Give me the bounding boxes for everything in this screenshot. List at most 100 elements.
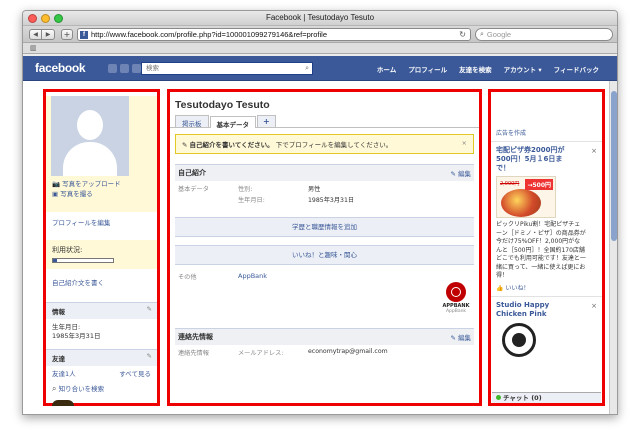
apple-logo-icon <box>446 282 466 302</box>
tab-wall[interactable]: 掲示板 <box>175 115 209 128</box>
bday-label: 生年月日: <box>238 197 265 204</box>
likes-interests-bar[interactable]: いいね！と趣味・関心 <box>175 245 474 265</box>
ad-like-link[interactable]: 👍 いいね！ <box>496 283 597 292</box>
notice-text: 下でプロフィールを編集してください。 <box>275 141 393 149</box>
usage-label: 利用状況: <box>52 246 83 254</box>
ad-like-label: いいね！ <box>505 284 530 292</box>
see-all-friends-link[interactable]: すべて見る <box>119 368 151 378</box>
friends-section-header: 友達 ✎ <box>46 349 157 366</box>
search-icon: ⌕ <box>480 30 484 38</box>
nav-profile[interactable]: プロフィール <box>408 64 447 74</box>
write-intro-link[interactable]: 自己紹介文を書く <box>52 279 104 287</box>
upload-photo-link[interactable]: 📷 写真をアップロード <box>52 179 157 189</box>
gender-value: 男性 <box>308 186 321 193</box>
page-scrollbar[interactable] <box>609 81 617 414</box>
contact-header-label: 連絡先情報 <box>178 333 213 341</box>
pizza-picture <box>501 189 541 217</box>
pizza-ad-title[interactable]: 宅配ピザ券2000円が500円！5月１6日まで！ <box>496 146 574 173</box>
bookmarks-bar: ▥ <box>23 43 617 54</box>
messages-icon[interactable] <box>120 64 129 73</box>
appbank-logo[interactable]: APPBANK AppBank <box>442 282 470 314</box>
close-icon[interactable]: × <box>591 147 597 155</box>
upload-photo-label: 写真をアップロード <box>62 180 121 188</box>
back-button[interactable]: ◀ <box>29 29 42 40</box>
chat-bar[interactable]: チャット (0) <box>492 392 601 403</box>
appbank-logo-caption: AppBank <box>445 309 467 314</box>
history-buttons: ◀ ▶ <box>29 29 55 40</box>
friend-thumbnail[interactable] <box>52 400 74 406</box>
friends-count-link[interactable]: 友達1人 <box>52 368 76 378</box>
take-photo-label: 写真を撮る <box>60 190 93 198</box>
info-header-label: 情報 <box>52 308 65 316</box>
main-profile-column: Tesutodayo Tesuto 掲示板 基本データ + ✎ 自己紹介を書いて… <box>167 89 482 406</box>
chicken-ad[interactable]: × Studio Happy Chicken Pink <box>491 295 602 361</box>
photo-links: 📷 写真をアップロード ▣ 写真を撮る <box>46 176 157 199</box>
profile-photo-area: 📷 写真をアップロード ▣ 写真を撮る <box>46 96 157 212</box>
nav-find-friends[interactable]: 友達を検索 <box>459 64 492 74</box>
appbank-link[interactable]: AppBank <box>238 272 267 281</box>
close-icon[interactable]: × <box>462 139 467 147</box>
facebook-search-input[interactable]: 検索 ⌕ <box>141 62 313 75</box>
facebook-logo[interactable]: facebook <box>35 61 86 75</box>
edit-about-link[interactable]: ✎ 編集 <box>450 168 471 178</box>
search-icon[interactable]: ⌕ <box>305 63 309 74</box>
intro-notice: ✎ 自己紹介を書いてください。 下でプロフィールを編集してください。 × <box>175 134 474 154</box>
about-section-header: 自己紹介 ✎ 編集 <box>175 164 474 181</box>
silhouette-body <box>63 142 117 176</box>
google-search-field[interactable]: ⌕ Google <box>475 28 613 41</box>
find-friends-link[interactable]: ⌕ 知り合いを検索 <box>46 380 157 397</box>
basic-info-row: 基本データ 性別: 男性 生年月日: 1985年3月31日 <box>170 181 479 207</box>
reload-icon[interactable]: ↻ <box>459 30 466 39</box>
add-education-button[interactable]: 学歴と職歴情報を追加 <box>175 217 474 237</box>
create-ad-link[interactable]: 広告を作成 <box>496 130 526 137</box>
chicken-ad-title[interactable]: Studio Happy Chicken Pink <box>496 301 574 319</box>
pizza-price-tag: →500円 <box>525 179 553 190</box>
title-bar: Facebook | Tesutodayo Tesuto <box>23 11 617 26</box>
friends-header-label: 友達 <box>52 355 65 363</box>
notification-jewels <box>108 64 141 73</box>
chicken-ad-logo[interactable] <box>502 322 536 357</box>
close-icon[interactable]: × <box>591 302 597 310</box>
address-bar[interactable]: f http://www.facebook.com/profile.php?id… <box>77 28 471 41</box>
pencil-icon[interactable]: ✎ <box>147 305 152 313</box>
google-search-placeholder: Google <box>486 30 512 39</box>
nav-account[interactable]: アカウント ▾ <box>504 64 542 74</box>
take-photo-link[interactable]: ▣ 写真を撮る <box>52 189 157 199</box>
window-title: Facebook | Tesutodayo Tesuto <box>265 13 375 22</box>
nav-feedback[interactable]: フィードバック <box>554 64 599 74</box>
bookmarks-book-icon[interactable]: ▥ <box>30 44 37 52</box>
browser-toolbar: ◀ ▶ + f http://www.facebook.com/profile.… <box>23 26 617 43</box>
edit-profile-link[interactable]: プロフィールを編集 <box>52 219 110 227</box>
email-value: economytrap@gmail.com <box>308 348 388 355</box>
add-bookmark-button[interactable]: + <box>61 29 73 40</box>
about-header-label: 自己紹介 <box>178 169 206 177</box>
forward-button[interactable]: ▶ <box>42 29 55 40</box>
thumbs-up-icon: 👍 <box>496 284 504 292</box>
notifications-icon[interactable] <box>132 64 141 73</box>
email-field-label: メールアドレス: <box>238 350 284 357</box>
top-navigation: ホーム プロフィール 友達を検索 アカウント ▾ フィードバック <box>377 64 599 74</box>
tab-add[interactable]: + <box>257 115 276 127</box>
scrollbar-thumb[interactable] <box>611 91 617 241</box>
camera-icon: 📷 <box>52 180 61 188</box>
facebook-page: facebook 検索 ⌕ ホーム プロフィール 友達を検索 アカウント ▾ フ… <box>23 56 617 414</box>
friend-requests-icon[interactable] <box>108 64 117 73</box>
find-friends-label: 知り合いを検索 <box>58 385 105 393</box>
url-text[interactable]: http://www.facebook.com/profile.php?id=1… <box>91 30 327 39</box>
birthday-label: 生年月日: <box>52 323 81 331</box>
magnifier-icon: ⌕ <box>52 384 57 393</box>
other-label: その他 <box>178 274 197 281</box>
pizza-ad-image[interactable]: 2,000円 →500円 <box>496 176 556 218</box>
bday-value: 1985年3月31日 <box>308 197 355 204</box>
gender-label: 性別: <box>238 186 253 193</box>
profile-photo-placeholder[interactable] <box>51 96 129 176</box>
pencil-icon[interactable]: ✎ <box>147 352 152 360</box>
birthday-value: 1985年3月31日 <box>52 332 101 340</box>
edit-contact-link[interactable]: ✎ 編集 <box>450 332 471 342</box>
tab-info[interactable]: 基本データ <box>209 116 256 129</box>
right-ads-column: 広告を作成 × 宅配ピザ券2000円が500円！5月１6日まで！ 2,000円 … <box>488 89 605 406</box>
nav-home[interactable]: ホーム <box>377 64 396 74</box>
left-sidebar: 📷 写真をアップロード ▣ 写真を撮る プロフィールを編集 利用状況: 自己紹介… <box>43 89 160 406</box>
pizza-ad[interactable]: × 宅配ピザ券2000円が500円！5月１6日まで！ 2,000円 →500円 … <box>491 141 602 296</box>
chat-label: チャット (0) <box>503 394 542 402</box>
